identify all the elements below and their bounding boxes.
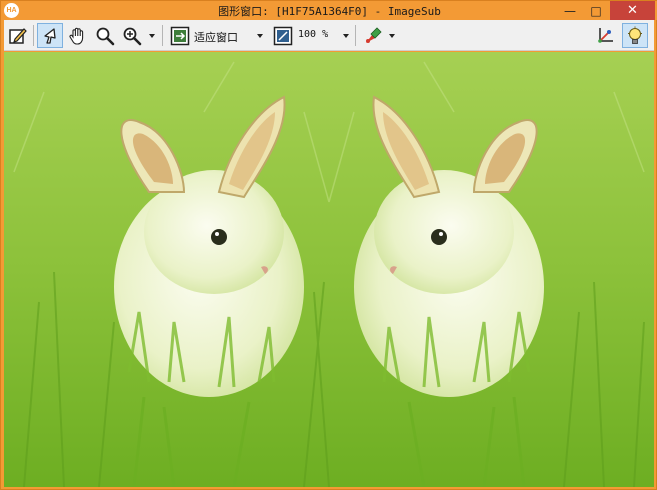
- title-bar[interactable]: HA 图形窗口: [H1F75A1364F0] - ImageSub — □ ✕: [1, 1, 657, 20]
- zoom-percent-icon: [273, 26, 293, 45]
- minimize-button[interactable]: —: [557, 1, 583, 20]
- rabbits-image: [4, 52, 654, 487]
- lightbulb-icon: [628, 26, 642, 44]
- color-palette-icon: [366, 26, 382, 43]
- pointer-tool-button[interactable]: [37, 23, 63, 48]
- fit-window-dropdown-arrow[interactable]: [257, 34, 263, 38]
- zoom-percent-label[interactable]: 100 %: [298, 29, 328, 40]
- toolbar-separator: [355, 25, 356, 46]
- zoom-percent-dropdown-arrow[interactable]: [343, 34, 349, 38]
- zoom-percent-button[interactable]: [272, 23, 294, 48]
- fit-window-button[interactable]: [169, 23, 191, 48]
- color-button[interactable]: [360, 23, 386, 48]
- lightbulb-button[interactable]: [622, 23, 648, 48]
- fit-window-icon: [170, 26, 190, 45]
- zoom-tool-button[interactable]: [93, 23, 117, 48]
- toolbar-separator: [162, 25, 163, 46]
- edit-icon: [9, 27, 27, 44]
- fit-window-label[interactable]: 适应窗口: [194, 29, 238, 45]
- zoom-in-button[interactable]: [119, 23, 145, 48]
- zoom-in-icon: [123, 27, 142, 45]
- magnifier-icon: [96, 27, 115, 45]
- pointer-icon: [44, 27, 56, 44]
- toolbar: 适应窗口 100 %: [4, 20, 654, 51]
- close-button[interactable]: ✕: [610, 1, 655, 20]
- image-window: HA 图形窗口: [H1F75A1364F0] - ImageSub — □ ✕: [0, 0, 657, 490]
- axes-icon: [598, 27, 613, 43]
- axes-button[interactable]: [593, 23, 617, 48]
- zoom-in-dropdown-arrow[interactable]: [149, 34, 155, 38]
- toolbar-separator: [33, 25, 34, 46]
- color-dropdown-arrow[interactable]: [389, 34, 395, 38]
- maximize-button[interactable]: □: [583, 1, 609, 20]
- image-canvas[interactable]: [4, 52, 654, 487]
- edit-button[interactable]: [6, 23, 30, 48]
- pan-tool-button[interactable]: [65, 23, 91, 48]
- hand-icon: [69, 27, 84, 45]
